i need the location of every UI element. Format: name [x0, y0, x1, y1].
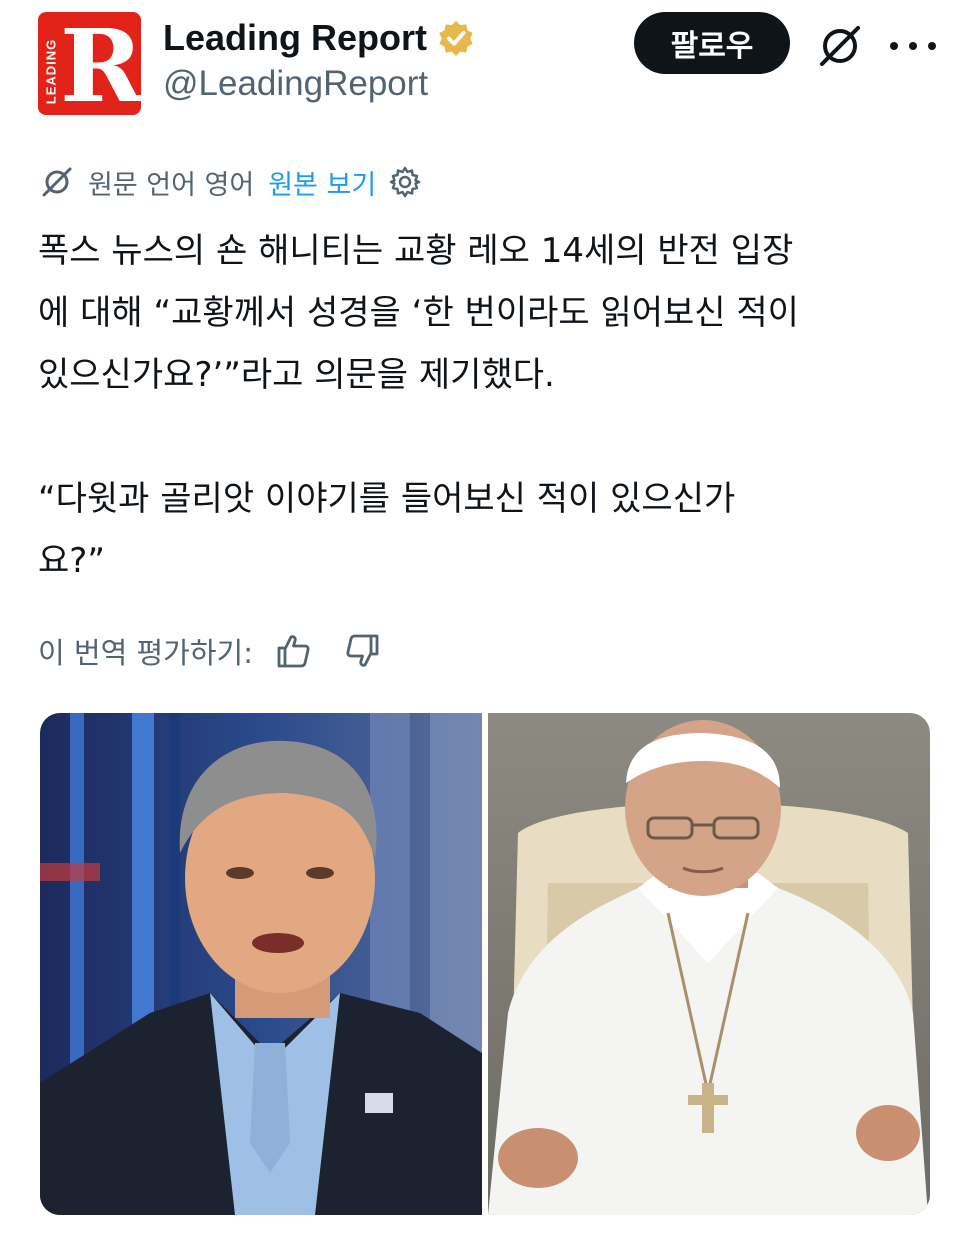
- post-header: LEADING R Leading Report @LeadingReport …: [38, 12, 936, 116]
- avatar-letter: R: [60, 12, 141, 115]
- media-grid: [40, 713, 930, 1215]
- more-icon[interactable]: [890, 26, 936, 66]
- author-names: Leading Report @LeadingReport: [163, 14, 475, 104]
- grok-translate-icon: [42, 167, 72, 197]
- display-name[interactable]: Leading Report: [163, 17, 427, 59]
- post-paragraph: 폭스 뉴스의 숀 해니티는 교황 레오 14세의 반전 입장 에 대해 “교황께…: [38, 231, 799, 395]
- post-text: 폭스 뉴스의 숀 해니티는 교황 레오 14세의 반전 입장 에 대해 “교황께…: [38, 220, 928, 592]
- original-language-label: 원문 언어 영어: [88, 169, 255, 201]
- pope-photo[interactable]: [488, 713, 930, 1215]
- translation-info: 원문 언어 영어 원본 보기: [40, 160, 422, 204]
- avatar-vertical-text: LEADING: [43, 38, 59, 105]
- rate-translation: 이 번역 평가하기:: [38, 626, 383, 676]
- avatar[interactable]: LEADING R: [38, 12, 141, 115]
- view-original-link[interactable]: 원본 보기: [268, 163, 376, 202]
- thumbs-down-icon[interactable]: [343, 631, 383, 671]
- gear-icon[interactable]: [388, 165, 422, 199]
- verified-badge-icon[interactable]: [437, 19, 475, 57]
- follow-button[interactable]: 팔로우: [634, 12, 790, 74]
- grok-icon[interactable]: [816, 22, 864, 70]
- sean-hannity-photo[interactable]: [40, 713, 482, 1215]
- rate-translation-label: 이 번역 평가하기:: [38, 636, 253, 670]
- thumbs-up-icon[interactable]: [273, 631, 313, 671]
- handle[interactable]: @LeadingReport: [163, 64, 475, 104]
- post-paragraph: “다윗과 골리앗 이야기를 들어보신 적이 있으신가 요?”: [38, 479, 736, 581]
